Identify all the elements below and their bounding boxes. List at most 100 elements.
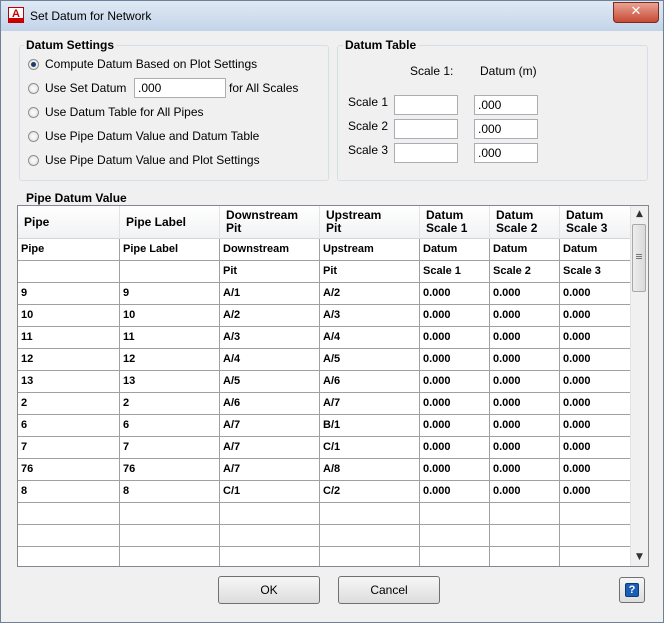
scale1-input[interactable] <box>394 95 458 115</box>
table-cell[interactable] <box>560 525 631 546</box>
table-row[interactable]: Pipe Pipe Label Downstream Upstream Datum Dat… <box>18 239 631 261</box>
column-header[interactable]: Pipe Label <box>120 206 220 239</box>
radio-compute-datum-indicator[interactable] <box>28 58 39 70</box>
table-cell[interactable] <box>220 547 320 566</box>
table-cell[interactable]: 0.000 <box>560 459 631 480</box>
table-cell[interactable]: 7 <box>18 437 120 458</box>
table-cell[interactable]: 8 <box>18 481 120 502</box>
table-cell[interactable]: 0.000 <box>490 459 560 480</box>
table-cell[interactable]: 0.000 <box>420 283 490 304</box>
table-row[interactable]: 10 10 A/2 A/3 0.000 0.000 0.000 <box>18 305 631 327</box>
table-cell[interactable]: Pit <box>320 261 420 282</box>
table-cell[interactable]: A/8 <box>320 459 420 480</box>
table-row[interactable] <box>18 525 631 547</box>
table-row[interactable]: 11 11 A/3 A/4 0.000 0.000 0.000 <box>18 327 631 349</box>
table-cell[interactable]: A/2 <box>320 283 420 304</box>
cancel-button[interactable]: Cancel <box>338 576 440 604</box>
table-cell[interactable]: Datum <box>560 239 631 260</box>
table-cell[interactable]: A/7 <box>220 459 320 480</box>
help-button[interactable]: ? <box>619 577 645 603</box>
table-cell[interactable]: A/4 <box>220 349 320 370</box>
table-cell[interactable]: Pipe Label <box>120 239 220 260</box>
datum2-input[interactable]: .000 <box>474 119 538 139</box>
radio-pipe-datum-plot-indicator[interactable] <box>28 154 39 166</box>
scale2-input[interactable] <box>394 119 458 139</box>
table-cell[interactable]: 0.000 <box>490 305 560 326</box>
table-row[interactable] <box>18 547 631 566</box>
table-cell[interactable] <box>490 547 560 566</box>
table-cell[interactable] <box>120 547 220 566</box>
table-cell[interactable]: 0.000 <box>560 481 631 502</box>
table-cell[interactable]: 0.000 <box>560 305 631 326</box>
table-cell[interactable]: 8 <box>120 481 220 502</box>
table-cell[interactable]: 0.000 <box>560 349 631 370</box>
table-cell[interactable]: 0.000 <box>490 481 560 502</box>
table-cell[interactable]: 0.000 <box>490 415 560 436</box>
table-cell[interactable]: A/4 <box>320 327 420 348</box>
table-cell[interactable]: 0.000 <box>490 393 560 414</box>
table-cell[interactable] <box>120 503 220 524</box>
datum1-input[interactable]: .000 <box>474 95 538 115</box>
table-cell[interactable]: C/1 <box>220 481 320 502</box>
table-cell[interactable] <box>490 503 560 524</box>
radio-datum-table-all[interactable]: Use Datum Table for All Pipes <box>28 103 204 121</box>
table-cell[interactable]: Downstream <box>220 239 320 260</box>
scroll-down-icon[interactable]: ▼ <box>631 549 648 566</box>
table-cell[interactable]: 12 <box>18 349 120 370</box>
table-cell[interactable]: 0.000 <box>420 481 490 502</box>
table-cell[interactable]: 0.000 <box>560 415 631 436</box>
radio-datum-table-all-indicator[interactable] <box>28 106 39 118</box>
table-cell[interactable] <box>420 525 490 546</box>
table-cell[interactable]: Scale 2 <box>490 261 560 282</box>
radio-pipe-datum-table-indicator[interactable] <box>28 130 39 142</box>
table-cell[interactable]: A/1 <box>220 283 320 304</box>
table-cell[interactable]: 0.000 <box>560 437 631 458</box>
table-cell[interactable]: 76 <box>120 459 220 480</box>
radio-use-set-datum-indicator[interactable] <box>28 82 39 94</box>
table-cell[interactable]: A/2 <box>220 305 320 326</box>
table-cell[interactable]: A/7 <box>320 393 420 414</box>
table-cell[interactable]: Datum <box>490 239 560 260</box>
table-cell[interactable]: 0.000 <box>490 349 560 370</box>
table-row[interactable]: 9 9 A/1 A/2 0.000 0.000 0.000 <box>18 283 631 305</box>
table-row[interactable]: 8 8 C/1 C/2 0.000 0.000 0.000 <box>18 481 631 503</box>
table-cell[interactable]: 0.000 <box>420 459 490 480</box>
table-cell[interactable]: 13 <box>120 371 220 392</box>
table-cell[interactable]: 0.000 <box>420 305 490 326</box>
table-cell[interactable] <box>420 547 490 566</box>
scale3-input[interactable] <box>394 143 458 163</box>
table-cell[interactable]: 0.000 <box>420 437 490 458</box>
table-cell[interactable] <box>18 547 120 566</box>
table-cell[interactable]: 10 <box>18 305 120 326</box>
table-cell[interactable]: Scale 1 <box>420 261 490 282</box>
table-cell[interactable]: 13 <box>18 371 120 392</box>
table-cell[interactable] <box>320 525 420 546</box>
table-cell[interactable]: Datum <box>420 239 490 260</box>
pipe-datum-grid[interactable]: Pipe Pipe Label Downstream Pit Upstream Pit Da… <box>17 205 649 567</box>
table-cell[interactable] <box>560 547 631 566</box>
table-cell[interactable]: C/1 <box>320 437 420 458</box>
radio-pipe-datum-table[interactable]: Use Pipe Datum Value and Datum Table <box>28 127 259 145</box>
table-cell[interactable]: A/5 <box>320 349 420 370</box>
table-cell[interactable] <box>120 261 220 282</box>
radio-compute-datum[interactable]: Compute Datum Based on Plot Settings <box>28 55 257 73</box>
table-cell[interactable]: 9 <box>120 283 220 304</box>
scroll-thumb[interactable] <box>632 224 646 292</box>
table-cell[interactable]: 6 <box>120 415 220 436</box>
column-header[interactable]: Datum Scale 1 <box>420 206 490 239</box>
table-cell[interactable]: 0.000 <box>560 327 631 348</box>
table-row[interactable]: 6 6 A/7 B/1 0.000 0.000 0.000 <box>18 415 631 437</box>
table-cell[interactable]: 0.000 <box>420 349 490 370</box>
table-cell[interactable] <box>420 503 490 524</box>
datum3-input[interactable]: .000 <box>474 143 538 163</box>
table-row[interactable]: 13 13 A/5 A/6 0.000 0.000 0.000 <box>18 371 631 393</box>
table-cell[interactable] <box>320 503 420 524</box>
table-cell[interactable]: 2 <box>18 393 120 414</box>
table-cell[interactable] <box>220 503 320 524</box>
table-cell[interactable]: 0.000 <box>420 393 490 414</box>
close-button[interactable]: ✕ <box>613 2 659 23</box>
table-cell[interactable]: 11 <box>120 327 220 348</box>
table-cell[interactable] <box>18 261 120 282</box>
column-header[interactable]: Pipe <box>18 206 120 239</box>
table-cell[interactable]: 0.000 <box>490 327 560 348</box>
